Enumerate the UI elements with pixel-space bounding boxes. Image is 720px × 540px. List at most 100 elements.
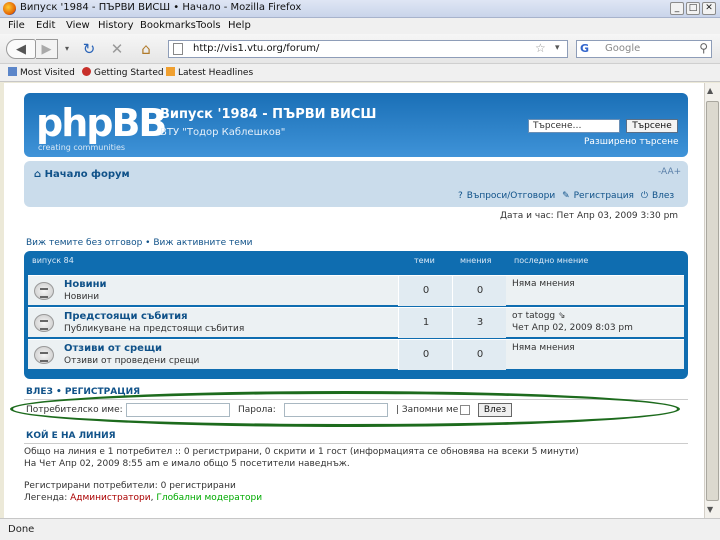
forum-row: Предстоящи събития Публикуване на предст… bbox=[28, 307, 684, 338]
site-description: ВТУ "Тодор Каблешков" bbox=[160, 127, 286, 138]
history-dropdown-icon[interactable]: ▾ bbox=[62, 39, 72, 59]
posts-cell: 0 bbox=[452, 276, 506, 306]
home-icon[interactable]: ⌂ bbox=[136, 39, 156, 59]
user-links: ? Въпроси/Отговори ✎ Регистрация ⏻ Влез bbox=[454, 191, 674, 201]
minimize-button[interactable]: _ bbox=[670, 2, 684, 15]
topics-cell: 0 bbox=[398, 340, 452, 370]
google-icon[interactable]: G bbox=[580, 42, 589, 55]
forum-home-link[interactable]: ⌂ Начало форум bbox=[34, 169, 130, 180]
back-button[interactable]: ◀ bbox=[6, 39, 36, 59]
forum-category-header[interactable]: Випуск 84 bbox=[32, 256, 74, 265]
forum-read-icon bbox=[34, 314, 54, 332]
menu-edit[interactable]: Edit bbox=[36, 20, 55, 31]
bookmarks-toolbar: Most Visited Getting Started Latest Head… bbox=[0, 64, 720, 82]
home-icon: ⌂ bbox=[34, 169, 45, 180]
login-icon: ⏻ bbox=[640, 191, 648, 201]
forum-row: Отзиви от срещи Отзиви от проведени срещ… bbox=[28, 339, 684, 370]
last-post-header: Последно мнение bbox=[514, 256, 589, 265]
topics-header: Теми bbox=[414, 256, 435, 265]
menu-tools[interactable]: Tools bbox=[196, 20, 221, 31]
legend-global-mods[interactable]: Глобални модератори bbox=[156, 493, 262, 503]
forward-button[interactable]: ▶ bbox=[36, 39, 58, 59]
window-title: Випуск '1984 - ПЪРВИ ВИСШ • Начало - Moz… bbox=[20, 2, 302, 13]
posts-header: Мнения bbox=[460, 256, 492, 265]
advanced-search-link[interactable]: Разширено търсене bbox=[584, 137, 679, 147]
last-post-date: Чет Апр 02, 2009 8:03 pm bbox=[512, 323, 633, 333]
legend: Легенда: Администратори, Глобални модера… bbox=[24, 493, 263, 503]
registered-users: Регистрирани потребители: 0 регистрирани bbox=[24, 481, 236, 491]
scroll-down-icon[interactable]: ▼ bbox=[707, 505, 713, 514]
scroll-up-icon[interactable]: ▲ bbox=[707, 86, 713, 95]
faq-link[interactable]: Въпроси/Отговори bbox=[467, 191, 555, 201]
forum-read-icon bbox=[34, 282, 54, 300]
site-title: Випуск '1984 - ПЪРВИ ВИСШ bbox=[160, 107, 377, 122]
topics-count: 1 bbox=[422, 317, 430, 328]
vertical-scrollbar[interactable]: ▲ ▼ bbox=[704, 83, 720, 518]
firefox-icon bbox=[3, 2, 16, 15]
page-icon bbox=[173, 43, 183, 55]
legend-label: Легенда: bbox=[24, 493, 68, 503]
menu-history[interactable]: History bbox=[98, 20, 134, 31]
url-dropdown-icon[interactable]: ▾ bbox=[555, 43, 560, 53]
forum-description: Публикуване на предстоящи събития bbox=[64, 324, 245, 334]
page-content: phpBB creating communities Випуск '1984 … bbox=[4, 83, 704, 518]
posts-count: 0 bbox=[476, 285, 484, 296]
scroll-thumb[interactable] bbox=[706, 101, 719, 501]
forum-list: Випуск 84 Теми Мнения Последно мнение Но… bbox=[24, 251, 688, 379]
last-post: Няма мнения bbox=[512, 279, 575, 289]
forum-name[interactable]: Предстоящи събития bbox=[64, 311, 188, 322]
status-text: Done bbox=[8, 524, 35, 535]
menu-view[interactable]: View bbox=[66, 20, 90, 31]
highlight-ellipse bbox=[10, 391, 680, 427]
register-link[interactable]: Регистрация bbox=[574, 191, 634, 201]
menu-help[interactable]: Help bbox=[228, 20, 251, 31]
bookmark-getting-started[interactable]: Getting Started bbox=[82, 67, 164, 78]
menu-bookmarks[interactable]: Bookmarks bbox=[140, 20, 196, 31]
browser-window: Випуск '1984 - ПЪРВИ ВИСШ • Начало - Moz… bbox=[0, 0, 720, 540]
menu-file[interactable]: File bbox=[8, 20, 25, 31]
forum-row: Новини Новини 0 0 Няма мнения bbox=[28, 275, 684, 306]
current-datetime: Дата и час: Пет Апр 03, 2009 3:30 pm bbox=[500, 211, 679, 221]
stop-icon[interactable]: ✕ bbox=[108, 39, 126, 59]
forum-search-button[interactable]: Търсене bbox=[626, 119, 678, 133]
faq-icon: ? bbox=[458, 191, 463, 201]
nav-panel: ⌂ Начало форум -AA+ ? Въпроси/Отговори ✎ Р… bbox=[24, 161, 688, 207]
online-record: На Чет Апр 02, 2009 8:55 am е имало общо… bbox=[24, 459, 350, 469]
last-post: Няма мнения bbox=[512, 343, 575, 353]
legend-admins[interactable]: Администратори bbox=[70, 493, 150, 503]
search-icon[interactable]: ⚲ bbox=[699, 41, 708, 55]
view-topics-links[interactable]: Виж темите без отговор • Виж активните т… bbox=[26, 238, 252, 248]
posts-cell: 3 bbox=[452, 308, 506, 338]
forum-name[interactable]: Новини bbox=[64, 279, 107, 290]
title-bar: Випуск '1984 - ПЪРВИ ВИСШ • Начало - Moz… bbox=[0, 0, 720, 18]
firefox-bookmark-icon bbox=[82, 67, 91, 76]
reload-icon[interactable]: ↻ bbox=[80, 39, 98, 59]
who-is-online-title: КОЙ Е НА ЛИНИЯ bbox=[26, 431, 116, 441]
forum-description: Отзиви от проведени срещи bbox=[64, 356, 200, 366]
online-summary: Общо на линия е 1 потребител :: 0 регист… bbox=[24, 447, 579, 457]
login-link[interactable]: Влез bbox=[652, 191, 674, 201]
search-placeholder: Google bbox=[605, 43, 641, 54]
menu-bar: File Edit View History Bookmarks Tools H… bbox=[0, 18, 720, 34]
url-bar[interactable]: http://vis1.vtu.org/forum/ ☆ ▾ bbox=[168, 40, 568, 58]
last-post-author[interactable]: от tatogg ⇘ bbox=[512, 311, 566, 321]
font-size-control[interactable]: -AA+ bbox=[658, 167, 681, 177]
bookmark-most-visited[interactable]: Most Visited bbox=[8, 67, 75, 78]
logo-tagline: creating communities bbox=[38, 143, 126, 152]
posts-count: 0 bbox=[476, 349, 484, 360]
forum-name[interactable]: Отзиви от срещи bbox=[64, 343, 162, 354]
forum-locked-icon bbox=[34, 346, 54, 364]
phpbb-logo[interactable]: phpBB bbox=[36, 101, 167, 145]
topics-count: 0 bbox=[422, 285, 430, 296]
maximize-button[interactable]: □ bbox=[686, 2, 700, 15]
bookmark-latest-headlines[interactable]: Latest Headlines bbox=[166, 67, 253, 78]
divider bbox=[24, 443, 688, 444]
search-input[interactable]: G Google ⚲ bbox=[576, 40, 712, 58]
star-icon[interactable]: ☆ bbox=[535, 41, 546, 55]
forum-search-input[interactable]: Търсене… bbox=[528, 119, 620, 133]
register-icon: ✎ bbox=[562, 191, 570, 201]
posts-cell: 0 bbox=[452, 340, 506, 370]
close-button[interactable]: ✕ bbox=[702, 2, 716, 15]
topics-count: 0 bbox=[422, 349, 430, 360]
rss-icon bbox=[166, 67, 175, 76]
